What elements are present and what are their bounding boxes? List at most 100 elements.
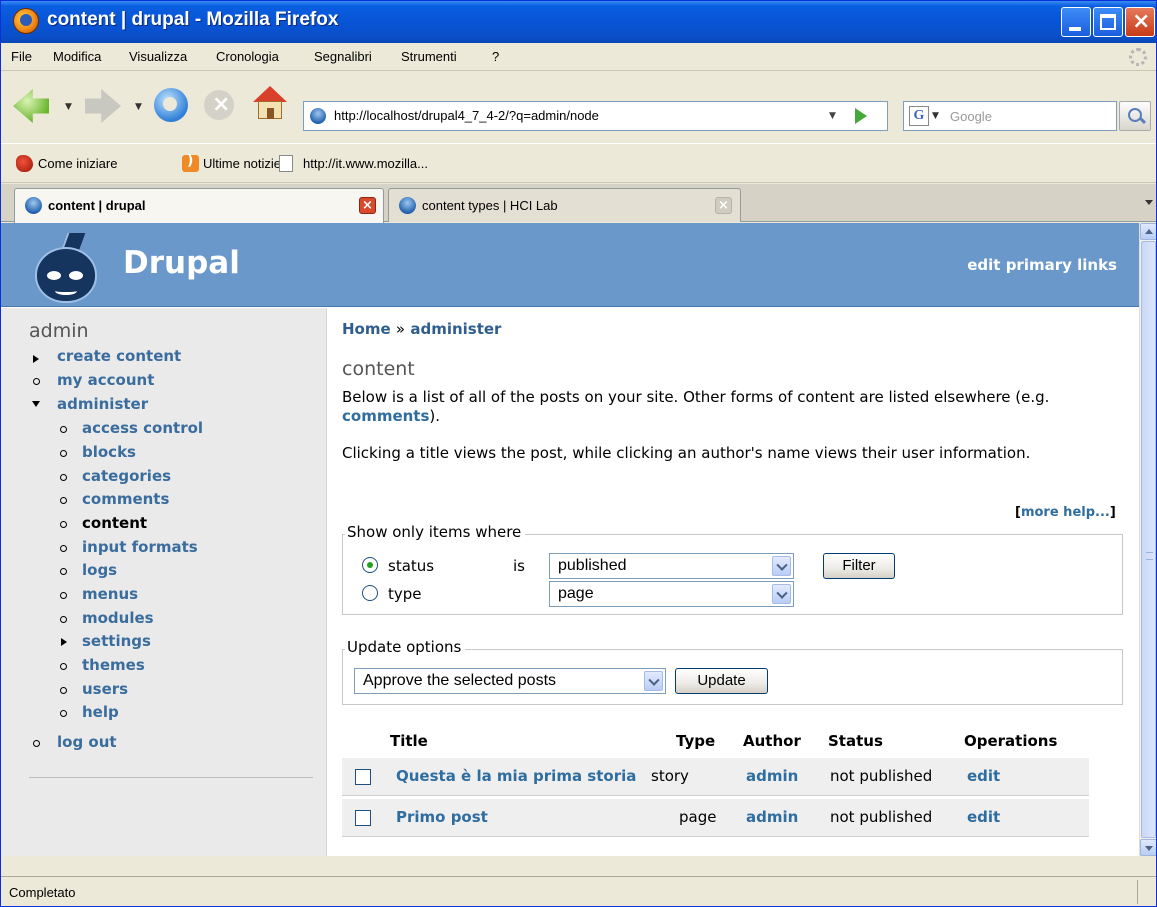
menu-visualizza[interactable]: Visualizza	[129, 49, 187, 64]
forward-history-dropdown-icon[interactable]: ▼	[135, 102, 142, 112]
firefox-logo-icon	[13, 8, 39, 34]
bullet-icon	[60, 521, 67, 528]
col-title[interactable]: Title	[390, 732, 428, 750]
url-history-dropdown-icon[interactable]: ▼	[829, 111, 836, 121]
sidebar-item-themes[interactable]: themes	[82, 656, 145, 674]
update-button[interactable]: Update	[675, 668, 768, 694]
menu-cronologia[interactable]: Cronologia	[216, 49, 279, 64]
row-checkbox[interactable]	[355, 769, 371, 785]
drupal-logo-icon[interactable]	[31, 231, 103, 305]
chevron-down-icon	[772, 584, 791, 604]
menu-help[interactable]: ?	[492, 49, 499, 64]
update-action-value: Approve the selected posts	[363, 672, 557, 689]
url-text[interactable]: http://localhost/drupal4_7_4-2/?q=admin/…	[334, 108, 599, 123]
col-type[interactable]: Type	[676, 732, 715, 750]
maximize-button[interactable]	[1093, 7, 1123, 37]
status-select[interactable]: published	[549, 553, 794, 579]
sidebar-item-content[interactable]: content	[82, 514, 147, 532]
search-engine-dropdown-icon[interactable]: ▼	[932, 111, 939, 121]
vertical-scrollbar[interactable]	[1139, 223, 1156, 856]
scroll-up-icon[interactable]	[1140, 223, 1156, 240]
more-help-link[interactable]: more help...	[1021, 505, 1110, 520]
post-status: not published	[830, 808, 933, 826]
close-tab-icon[interactable]: ×	[359, 197, 376, 214]
bookmark-ultime-notizie[interactable]: Ultime notizie	[203, 156, 281, 171]
filter-button[interactable]: Filter	[823, 553, 895, 579]
minimize-button[interactable]	[1061, 7, 1091, 37]
sidebar-item-my-account[interactable]: my account	[57, 371, 154, 389]
edit-link[interactable]: edit	[967, 808, 1000, 826]
sidebar-title: admin	[29, 320, 89, 342]
intro-paragraph: Below is a list of all of the posts on y…	[342, 388, 1122, 426]
close-tab-icon[interactable]: ×	[715, 197, 732, 214]
close-window-button[interactable]: ×	[1125, 7, 1155, 37]
sidebar-item-settings[interactable]: settings	[82, 632, 151, 650]
status-radio[interactable]	[362, 557, 378, 573]
scroll-thumb[interactable]	[1141, 241, 1156, 838]
sidebar-item-blocks[interactable]: blocks	[82, 443, 136, 461]
row-checkbox[interactable]	[355, 810, 371, 826]
post-title-link[interactable]: Questa è la mia prima storia	[396, 767, 636, 785]
title-bar: content | drupal - Mozilla Firefox ×	[1, 1, 1156, 43]
sidebar-item-access-control[interactable]: access control	[82, 419, 203, 437]
home-icon[interactable]	[253, 86, 287, 120]
sidebar-item-administer[interactable]: administer	[57, 395, 148, 413]
type-radio[interactable]	[362, 585, 378, 601]
bullet-icon	[60, 545, 67, 552]
sidebar-item-users[interactable]: users	[82, 680, 128, 698]
sidebar-item-menus[interactable]: menus	[82, 585, 138, 603]
edit-primary-links[interactable]: edit primary links	[967, 256, 1117, 274]
edit-link[interactable]: edit	[967, 767, 1000, 785]
search-box[interactable]: G ▼ Google	[903, 101, 1117, 131]
more-help: [more help...]	[1015, 505, 1116, 520]
bullet-icon	[60, 497, 67, 504]
sidebar-item-categories[interactable]: categories	[82, 467, 171, 485]
post-title-link[interactable]: Primo post	[396, 808, 488, 826]
forward-arrow-icon[interactable]	[85, 89, 121, 123]
bullet-icon	[60, 710, 67, 717]
post-author-link[interactable]: admin	[746, 767, 798, 785]
col-author[interactable]: Author	[743, 732, 801, 750]
collapsed-arrow-icon	[33, 355, 39, 363]
url-bar[interactable]: http://localhost/drupal4_7_4-2/?q=admin/…	[303, 101, 888, 131]
sidebar-item-input-formats[interactable]: input formats	[82, 538, 198, 556]
scroll-down-icon[interactable]	[1140, 839, 1156, 856]
comments-link[interactable]: comments	[342, 407, 429, 425]
tab-content-types[interactable]: content types | HCI Lab ×	[388, 188, 741, 222]
menu-segnalibri[interactable]: Segnalibri	[314, 49, 372, 64]
minimize-icon	[1069, 27, 1081, 31]
menu-modifica[interactable]: Modifica	[53, 49, 101, 64]
bullet-icon	[60, 687, 67, 694]
sidebar-item-log-out[interactable]: log out	[57, 733, 117, 751]
bullet-icon	[60, 663, 67, 670]
google-engine-icon[interactable]: G	[909, 106, 929, 126]
post-author-link[interactable]: admin	[746, 808, 798, 826]
col-status[interactable]: Status	[828, 732, 883, 750]
sidebar-item-help[interactable]: help	[82, 703, 119, 721]
search-icon[interactable]	[1119, 101, 1151, 131]
breadcrumb-home[interactable]: Home	[342, 320, 391, 338]
type-select[interactable]: page	[549, 581, 794, 607]
menu-file[interactable]: File	[11, 49, 32, 64]
tab-list-dropdown-icon[interactable]	[1145, 200, 1153, 205]
go-arrow-icon[interactable]	[855, 108, 867, 124]
tab-content-drupal[interactable]: content | drupal ×	[14, 188, 384, 223]
sidebar-item-comments[interactable]: comments	[82, 490, 169, 508]
sidebar-item-modules[interactable]: modules	[82, 609, 154, 627]
back-history-dropdown-icon[interactable]: ▼	[65, 102, 72, 112]
site-name[interactable]: Drupal	[123, 245, 240, 281]
bookmark-mozilla[interactable]: http://it.www.mozilla...	[303, 156, 428, 171]
status-text: Completato	[9, 885, 76, 900]
bookmark-come-iniziare[interactable]: Come iniziare	[38, 156, 117, 171]
back-arrow-icon[interactable]	[13, 89, 49, 123]
search-placeholder[interactable]: Google	[950, 109, 992, 124]
menu-strumenti[interactable]: Strumenti	[401, 49, 457, 64]
sidebar-item-create-content[interactable]: create content	[57, 347, 181, 365]
sidebar-item-logs[interactable]: logs	[82, 561, 117, 579]
main-content: Home » administer content Below is a lis…	[328, 308, 1139, 856]
stop-icon[interactable]	[204, 90, 234, 120]
reload-icon[interactable]	[154, 88, 188, 122]
breadcrumb-administer[interactable]: administer	[410, 320, 501, 338]
update-action-select[interactable]: Approve the selected posts	[354, 668, 666, 694]
site-favicon-icon	[310, 108, 326, 124]
